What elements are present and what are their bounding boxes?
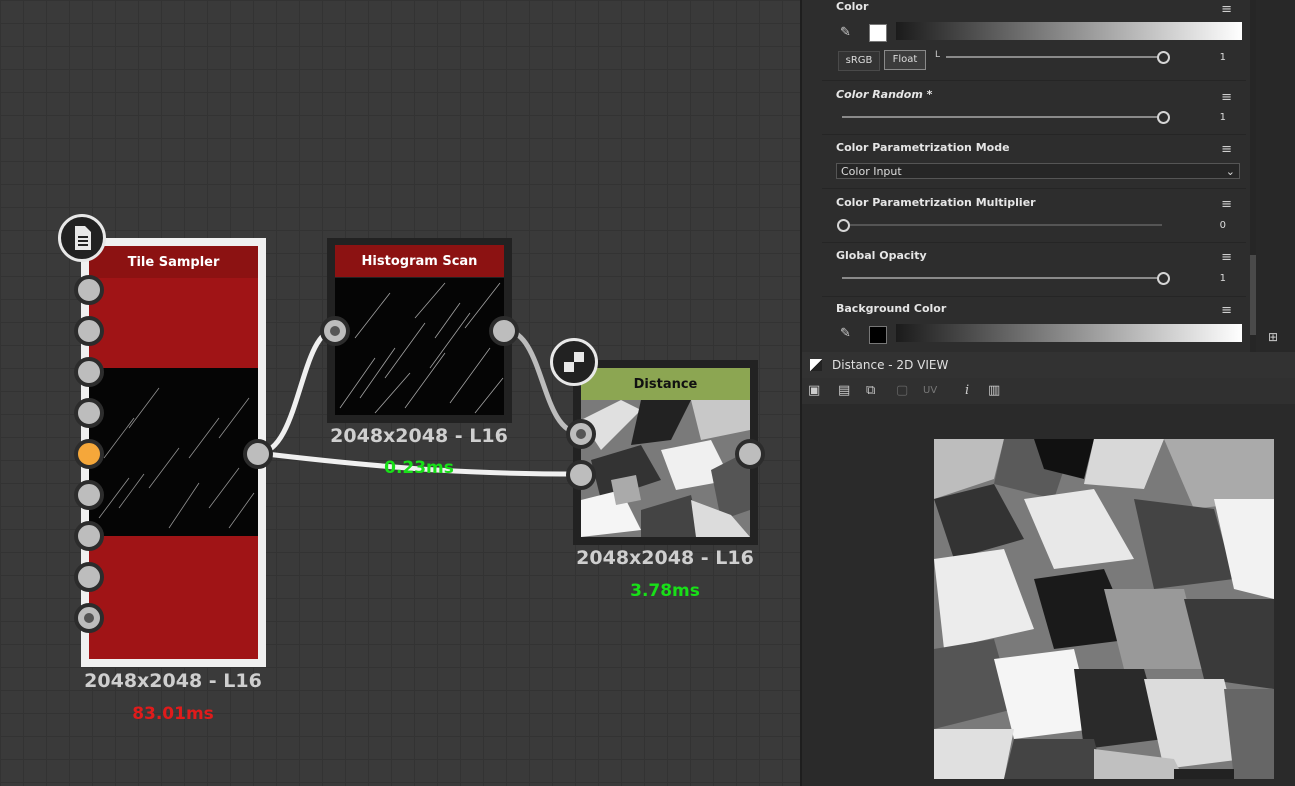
slider-knob[interactable] xyxy=(837,219,850,232)
slider-value: 1 xyxy=(1219,52,1226,63)
input-port-active[interactable] xyxy=(74,439,104,469)
save-icon[interactable]: ▤ xyxy=(838,383,850,398)
properties-panel: Color ≡ ✎ sRGB Float L 1 Color Random * … xyxy=(800,0,1295,352)
slider-knob[interactable] xyxy=(1157,51,1170,64)
input-port[interactable] xyxy=(74,357,104,387)
node-frame: Tile Sampler xyxy=(81,238,266,667)
slider-track[interactable] xyxy=(842,116,1162,118)
output-port[interactable] xyxy=(243,439,273,469)
eyedropper-icon[interactable]: ✎ xyxy=(840,326,851,341)
slider-value: 1 xyxy=(1219,112,1226,123)
property-parametrization-mode: Color Parametrization Mode ≡ Color Input… xyxy=(822,136,1246,189)
property-background-color: Background Color ≡ ✎ xyxy=(822,298,1246,352)
parametrization-mode-select[interactable]: Color Input ⌄ xyxy=(836,163,1240,179)
node-graph-canvas[interactable]: Tile Sampler 2048x2048 - L16 83.01ms His… xyxy=(0,0,800,786)
hierarchy-icon[interactable]: ⊞ xyxy=(1268,330,1278,344)
side-toolbar: ⊞ xyxy=(1256,0,1295,352)
tile-icon[interactable]: ▢ xyxy=(896,383,908,398)
input-port[interactable] xyxy=(320,316,350,346)
output-port[interactable] xyxy=(735,439,765,469)
float-button[interactable]: Float xyxy=(884,50,926,70)
info-icon[interactable]: i xyxy=(965,383,969,398)
document-icon[interactable] xyxy=(58,214,106,262)
node-title: Tile Sampler xyxy=(89,246,258,278)
node-thumbnail xyxy=(581,400,750,537)
input-port[interactable] xyxy=(566,419,596,449)
input-port[interactable] xyxy=(74,398,104,428)
slider-value: 0 xyxy=(1219,220,1226,231)
slider-track[interactable] xyxy=(842,224,1162,226)
property-label: Color Parametrization Mode xyxy=(836,141,1010,154)
property-color: Color ≡ ✎ sRGB Float L 1 xyxy=(822,0,1246,81)
output-port[interactable] xyxy=(489,316,519,346)
input-port[interactable] xyxy=(74,562,104,592)
color-gradient-picker[interactable] xyxy=(896,324,1242,342)
select-value: Color Input xyxy=(841,165,902,178)
property-label: Color Random * xyxy=(836,88,933,101)
property-menu-icon[interactable]: ≡ xyxy=(1221,303,1232,318)
input-port[interactable] xyxy=(74,603,104,633)
node-resolution: 2048x2048 - L16 xyxy=(576,547,754,569)
node-frame: Distance xyxy=(573,360,758,545)
color-gradient-picker[interactable] xyxy=(896,22,1242,40)
slider-track[interactable] xyxy=(842,277,1162,279)
node-time: 3.78ms xyxy=(630,581,700,601)
copy-view-icon[interactable]: ▣ xyxy=(808,383,820,398)
checker-icon xyxy=(810,359,822,371)
view-title-bar: Distance - 2D VIEW xyxy=(802,352,1295,378)
histogram-icon[interactable]: ▥ xyxy=(988,383,1000,398)
checker-icon[interactable] xyxy=(550,338,598,386)
slider-value: 1 xyxy=(1219,273,1226,284)
eyedropper-icon[interactable]: ✎ xyxy=(840,25,851,40)
node-thumbnail xyxy=(335,278,504,415)
node-title: Histogram Scan xyxy=(335,245,504,277)
node-title: Distance xyxy=(581,368,750,400)
view-toolbar: ▣ ▤ ⧉ ▢ UV i ▥ xyxy=(802,378,1295,404)
property-menu-icon[interactable]: ≡ xyxy=(1221,142,1232,157)
view-2d-panel: Distance - 2D VIEW ▣ ▤ ⧉ ▢ UV i ▥ xyxy=(800,352,1295,786)
property-menu-icon[interactable]: ≡ xyxy=(1221,90,1232,105)
slider-knob[interactable] xyxy=(1157,111,1170,124)
node-frame: Histogram Scan xyxy=(327,238,512,423)
property-global-opacity: Global Opacity ≡ 1 xyxy=(822,244,1246,297)
color-swatch[interactable] xyxy=(869,326,887,344)
slider-track[interactable] xyxy=(946,56,1162,58)
node-thumbnail xyxy=(89,278,258,659)
color-swatch[interactable] xyxy=(869,24,887,42)
input-port[interactable] xyxy=(74,480,104,510)
channel-label: L xyxy=(935,50,941,60)
uv-dropdown[interactable]: UV xyxy=(923,385,937,396)
chevron-down-icon: ⌄ xyxy=(1225,165,1235,178)
property-menu-icon[interactable]: ≡ xyxy=(1221,197,1232,212)
input-port[interactable] xyxy=(566,460,596,490)
view-2d-image[interactable] xyxy=(934,439,1274,779)
slider-knob[interactable] xyxy=(1157,272,1170,285)
property-color-random: Color Random * ≡ 1 xyxy=(822,82,1246,135)
property-label: Global Opacity xyxy=(836,249,927,262)
node-time: 83.01ms xyxy=(132,704,214,724)
input-port[interactable] xyxy=(74,316,104,346)
input-port[interactable] xyxy=(74,275,104,305)
property-label: Color Parametrization Multiplier xyxy=(836,196,1036,209)
view-title: Distance - 2D VIEW xyxy=(832,358,949,372)
property-label: Background Color xyxy=(836,302,947,315)
node-resolution: 2048x2048 - L16 xyxy=(84,670,262,692)
property-menu-icon[interactable]: ≡ xyxy=(1221,2,1232,17)
node-time: 0.23ms xyxy=(384,458,454,478)
property-menu-icon[interactable]: ≡ xyxy=(1221,250,1232,265)
srgb-button[interactable]: sRGB xyxy=(838,51,880,71)
property-label: Color xyxy=(836,0,869,13)
property-parametrization-multiplier: Color Parametrization Multiplier ≡ 0 xyxy=(822,190,1246,243)
node-resolution: 2048x2048 - L16 xyxy=(330,425,508,447)
input-port[interactable] xyxy=(74,521,104,551)
duplicate-icon[interactable]: ⧉ xyxy=(866,383,875,398)
